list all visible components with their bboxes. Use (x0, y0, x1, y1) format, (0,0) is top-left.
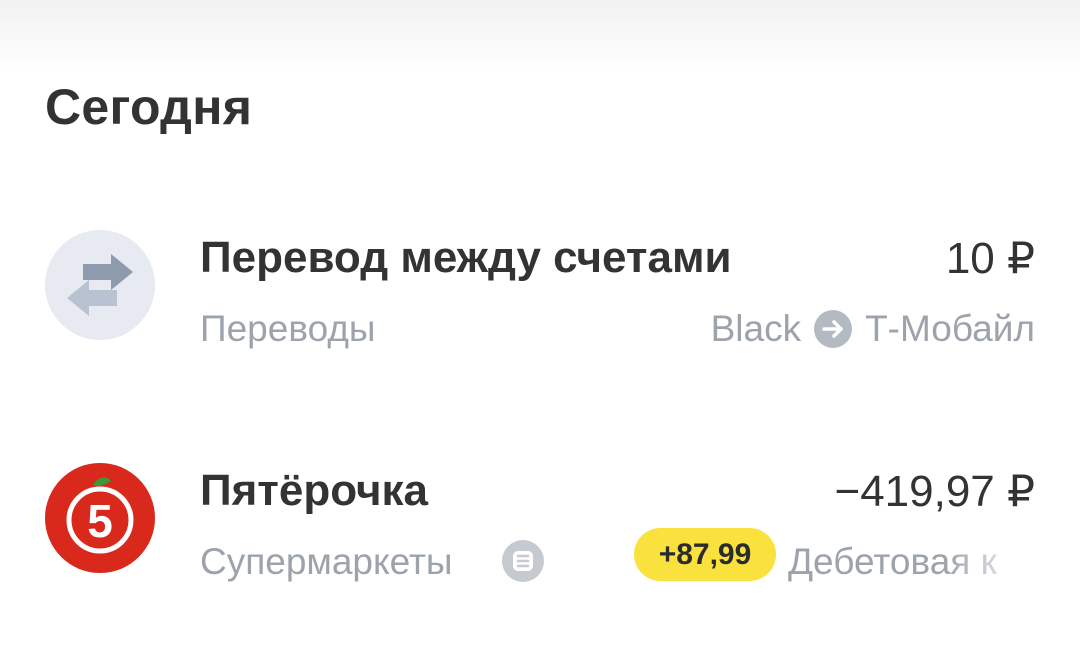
operation-row-transfer[interactable]: Перевод между счетами 10 ₽ Переводы Blac… (0, 225, 1080, 375)
svg-text:5: 5 (87, 495, 113, 547)
operation-row-pyaterochka[interactable]: 5 Пятёрочка −419,97 ₽ Супермаркеты +87,9… (0, 458, 1080, 608)
transfer-accounts: Black Т-Мобайл (711, 308, 1035, 350)
operation-name: Перевод между счетами (200, 233, 732, 282)
operation-category: Переводы (200, 308, 376, 349)
operation-amount: −419,97 ₽ (834, 467, 1036, 516)
cashback-badge: +87,99 (634, 528, 776, 581)
operation-account: Дебетовая к (788, 541, 1035, 583)
to-account: Т-Мобайл (865, 308, 1035, 349)
arrow-right-icon (813, 309, 853, 349)
operation-category: Супермаркеты (200, 541, 453, 582)
transfer-arrows-icon (45, 230, 155, 340)
operation-amount: 10 ₽ (945, 234, 1035, 283)
section-title: Сегодня (45, 79, 253, 135)
operations-screen: Сегодня Перевод между счетами 10 ₽ Перев… (0, 0, 1080, 665)
header-shadow (0, 0, 1080, 70)
pyaterochka-logo-icon: 5 (45, 463, 155, 573)
operation-name: Пятёрочка (200, 466, 429, 515)
from-account: Black (710, 308, 802, 349)
e-receipt-icon (500, 538, 546, 584)
